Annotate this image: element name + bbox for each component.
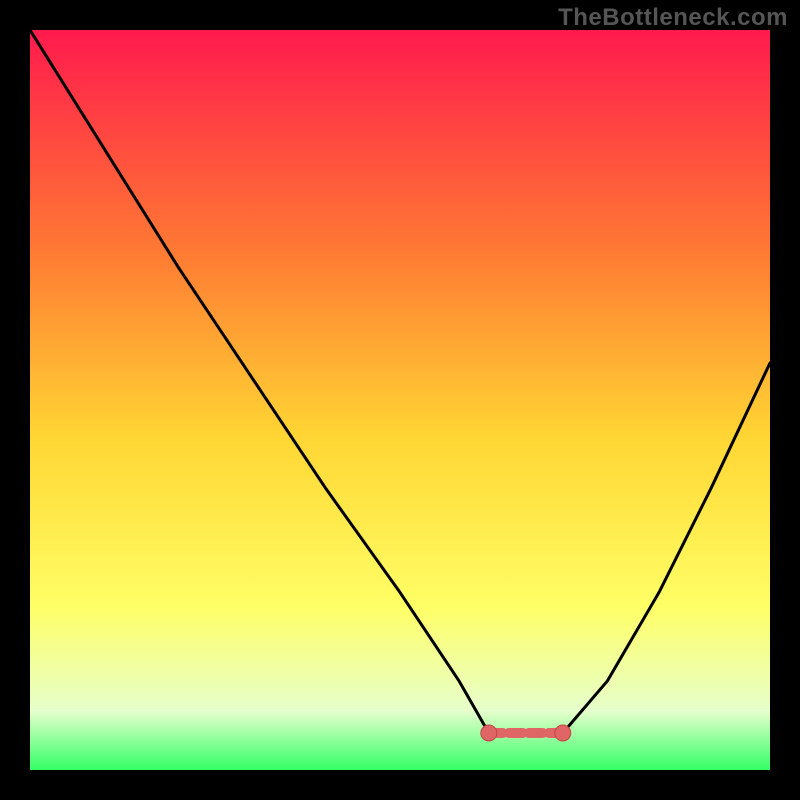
chart-frame: TheBottleneck.com [0,0,800,800]
plot-area [30,30,770,770]
gradient-background [30,30,770,770]
trough-endpoint [481,725,497,741]
attribution-text: TheBottleneck.com [558,4,788,32]
plot-svg [30,30,770,770]
trough-endpoint [555,725,571,741]
